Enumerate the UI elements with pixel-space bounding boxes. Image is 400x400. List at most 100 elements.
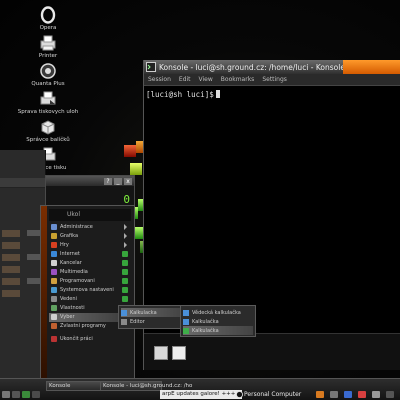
submenu-arrow-icon: [124, 224, 127, 230]
tray-app-icon[interactable]: [344, 391, 352, 398]
desktop-icon-printer[interactable]: Printer: [8, 34, 88, 59]
submenu-item-label: Vědecká kalkulačka: [192, 309, 241, 316]
new-session-button[interactable]: [154, 346, 168, 360]
submenu-calculators[interactable]: Vědecká kalkulačka Kalkulačka Kalkulačka: [180, 305, 256, 337]
office-icon: [51, 260, 57, 267]
taskbar: Konsole Konsole - luci@sh.ground.cz: /ho…: [0, 378, 400, 400]
submenu-item-label: Kalkulačka: [192, 318, 219, 325]
k-menu-item[interactable]: Kancelar: [49, 259, 131, 268]
k-menu-item[interactable]: Multimedia: [49, 268, 131, 277]
titlebar-accent: [343, 60, 400, 74]
package-manager-icon: [41, 120, 55, 135]
k-menu[interactable]: Ukol Administrace Grafika Hry Internet Kance…: [40, 205, 135, 385]
app-launcher-icon[interactable]: [22, 391, 30, 398]
submenu-item-label: Kalkulačka: [192, 327, 219, 334]
k-menu-item[interactable]: Programovani: [49, 277, 131, 286]
app-launcher-icon[interactable]: [32, 391, 40, 398]
window-field: [2, 230, 20, 237]
k-menu-item[interactable]: Internet: [49, 250, 131, 259]
submenu-arrow-icon: [124, 233, 127, 239]
submenu-item[interactable]: Editor: [121, 317, 181, 326]
tray-app-icon[interactable]: [372, 391, 380, 398]
k-menu-item-label: Systemova nastaveni: [60, 287, 114, 294]
k-menu-item[interactable]: Systemova nastaveni: [49, 286, 131, 295]
konsole-title: Konsole - luci@sh.ground.cz: /home/luci …: [159, 62, 345, 72]
window-row: [0, 178, 45, 188]
k-menu-item-label: Internet: [60, 251, 80, 258]
k-menu-item-label: Multimedia: [60, 269, 88, 276]
app-indicator-icon: [122, 269, 128, 275]
app-indicator-icon: [122, 278, 128, 284]
desktop: ubical imension vironment dimension enha…: [0, 0, 400, 400]
menu-view[interactable]: View: [199, 76, 213, 83]
menu-bookmarks[interactable]: Bookmarks: [221, 76, 255, 83]
k-menu-item[interactable]: Hry: [49, 241, 131, 250]
opera-icon: [40, 6, 56, 24]
desktop-icon-label: Opera: [39, 25, 57, 31]
konsole-titlebar[interactable]: Konsole - luci@sh.ground.cz: /home/luci …: [144, 60, 400, 74]
desktop-icon-label: Quanta Plus: [31, 81, 65, 87]
internet-icon: [51, 251, 57, 258]
submenu-item[interactable]: Vědecká kalkulačka: [183, 308, 253, 317]
submenu-item[interactable]: Kalkulačka: [183, 326, 253, 335]
news-ticker[interactable]: arpE updates galore! +++: [160, 390, 242, 399]
tray-app-icon[interactable]: [316, 391, 324, 398]
k-menu-item-label: Vedeni: [60, 296, 77, 303]
k-menu-item-label: Hry: [60, 242, 69, 249]
computer-icon: [236, 391, 243, 398]
kmenu-launcher-icon[interactable]: [2, 391, 10, 398]
taskbar-task-label: Konsole - luci@sh.ground.cz: /ho: [103, 383, 193, 389]
menu-settings[interactable]: Settings: [262, 76, 287, 83]
submenu-item[interactable]: Kalkulacka: [121, 308, 181, 317]
menu-edit[interactable]: Edit: [179, 76, 191, 83]
k-menu-item-label: Grafika: [60, 233, 79, 240]
tray-label: Personal Computer: [244, 391, 302, 398]
taskbar-task[interactable]: Konsole - luci@sh.ground.cz: /ho: [100, 381, 192, 391]
desktop-pager-icon[interactable]: [12, 391, 20, 398]
desktop-icon-opera[interactable]: Opera: [8, 6, 88, 31]
terminal-area[interactable]: [luci@sh luci]$: [144, 86, 400, 334]
desktop-icon-quanta-plus[interactable]: Quanta Plus: [8, 62, 88, 87]
submenu-item[interactable]: Kalkulačka: [183, 317, 253, 326]
multimedia-icon: [51, 269, 57, 276]
calculator-titlebar[interactable]: ? _ x: [46, 176, 134, 186]
prompt-text: [luci@sh luci]$: [146, 90, 214, 99]
editor-icon: [121, 318, 127, 325]
tray-app-icon[interactable]: [330, 391, 338, 398]
window-field: [2, 242, 20, 249]
special-programs-icon: [51, 323, 57, 330]
k-menu-item-label: Vlastnosti: [60, 305, 85, 312]
menu-session[interactable]: Session: [148, 76, 171, 83]
desktop-icon-label: Správce balíčků: [26, 137, 70, 143]
konsole-menubar: Session Edit View Bookmarks Settings: [144, 74, 400, 86]
submenu-item-label: Kalkulacka: [130, 309, 157, 316]
tray-app-icon[interactable]: [386, 391, 394, 398]
k-menu-item[interactable]: Grafika: [49, 232, 131, 241]
app-indicator-icon: [122, 287, 128, 293]
text-cursor: [215, 90, 220, 98]
taskbar-task-label: Konsole: [49, 383, 71, 389]
logout-item[interactable]: Ukončit práci: [49, 335, 131, 344]
desktop-icon-print-jobs[interactable]: Sprava tiskovych uloh: [8, 90, 88, 115]
close-button[interactable]: x: [124, 177, 132, 185]
session-tab-button[interactable]: [172, 346, 186, 360]
app-indicator-icon: [122, 296, 128, 302]
tray-app-icon[interactable]: [358, 391, 366, 398]
k-menu-header: Ukol: [49, 209, 131, 221]
k-menu-item-label: Programovani: [60, 278, 95, 285]
science-icon: [51, 296, 57, 303]
k-menu-item-label: Vyber: [60, 314, 75, 321]
terminal-icon: [146, 62, 156, 72]
k-menu-item-label: Administrace: [60, 224, 93, 231]
properties-icon: [51, 305, 57, 312]
submenu-utilities[interactable]: Kalkulacka Editor: [118, 305, 184, 329]
k-menu-item[interactable]: Vedeni: [49, 295, 131, 304]
print-jobs-icon: [40, 91, 56, 105]
programming-icon: [51, 278, 57, 285]
minimize-button[interactable]: _: [114, 177, 122, 185]
taskbar-task[interactable]: Konsole: [46, 381, 102, 391]
window-field: [2, 266, 20, 273]
help-button[interactable]: ?: [104, 177, 112, 185]
desktop-icon-package-manager[interactable]: Správce balíčků: [8, 118, 88, 143]
k-menu-item[interactable]: Administrace: [49, 223, 131, 232]
